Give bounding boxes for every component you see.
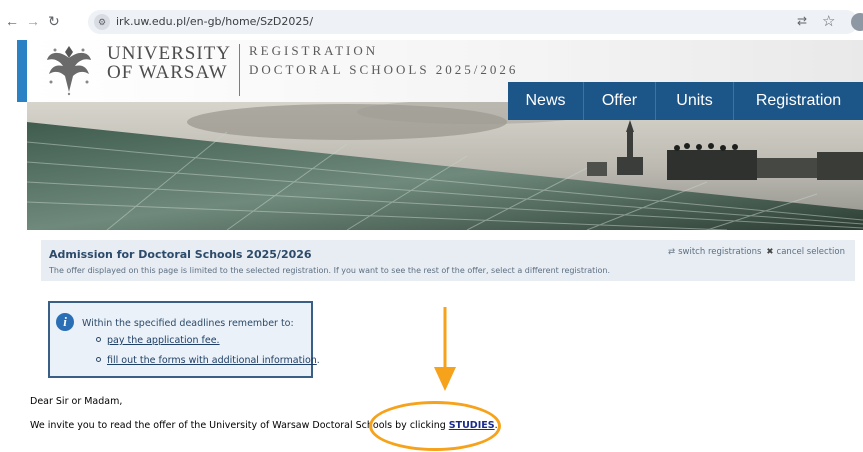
site-info-icon[interactable]: ⚙ — [94, 14, 110, 30]
info-intro: Within the specified deadlines remember … — [82, 318, 294, 329]
nav-item-units[interactable]: Units — [656, 82, 734, 120]
header-banner-image — [27, 102, 863, 230]
list-item: pay the application fee. — [96, 335, 220, 346]
nav-item-offer[interactable]: Offer — [584, 82, 656, 120]
bookmark-star-icon[interactable]: ☆ — [822, 12, 835, 30]
admission-title: Admission for Doctoral Schools 2025/2026 — [49, 248, 312, 261]
greeting-text: Dear Sir or Madam, — [30, 396, 123, 407]
university-name-line2: OF WARSAW — [107, 62, 228, 83]
registration-title: REGISTRATION — [249, 43, 379, 58]
header-divider — [239, 44, 240, 96]
annotation-arrow — [434, 307, 456, 391]
doctoral-schools-title: DOCTORAL SCHOOLS 2025/2026 — [249, 62, 519, 77]
profile-avatar[interactable] — [851, 13, 863, 31]
switch-icon[interactable]: ⇄ — [668, 247, 675, 257]
annotation-circle — [369, 401, 501, 451]
back-arrow-icon[interactable]: ← — [5, 14, 19, 28]
list-item: fill out the forms with additional infor… — [96, 355, 320, 366]
admission-description: The offer displayed on this page is limi… — [49, 266, 611, 275]
cancel-selection-link[interactable]: cancel selection — [777, 247, 845, 257]
nav-item-news[interactable]: News — [508, 82, 584, 120]
selected-registration-panel: Admission for Doctoral Schools 2025/2026… — [41, 240, 855, 281]
info-icon: i — [56, 313, 74, 331]
reload-icon[interactable]: ↻ — [48, 14, 60, 28]
forward-arrow-icon[interactable]: → — [26, 14, 40, 28]
switch-registrations-link[interactable]: switch registrations — [678, 247, 761, 257]
translate-icon[interactable]: ⇄ — [797, 14, 807, 28]
cancel-icon[interactable]: ✖ — [766, 247, 773, 257]
pay-fee-link[interactable]: pay the application fee. — [107, 335, 220, 346]
fill-forms-link[interactable]: fill out the forms with additional infor… — [107, 355, 317, 366]
page-content: UNIVERSITY OF WARSAW REGISTRATION DOCTOR… — [17, 40, 863, 452]
university-eagle-logo[interactable] — [45, 42, 93, 96]
nav-item-registration[interactable]: Registration — [734, 82, 863, 120]
accent-bar — [17, 40, 27, 102]
registration-actions: ⇄ switch registrations ✖ cancel selection — [668, 247, 845, 257]
url-text[interactable]: irk.uw.edu.pl/en-gb/home/SzD2025/ — [116, 15, 313, 28]
browser-toolbar: ← → ↻ ⚙ irk.uw.edu.pl/en-gb/home/SzD2025… — [0, 0, 863, 40]
deadline-info-box: i Within the specified deadlines remembe… — [48, 301, 320, 378]
main-nav: News Offer Units Registration — [508, 82, 863, 120]
